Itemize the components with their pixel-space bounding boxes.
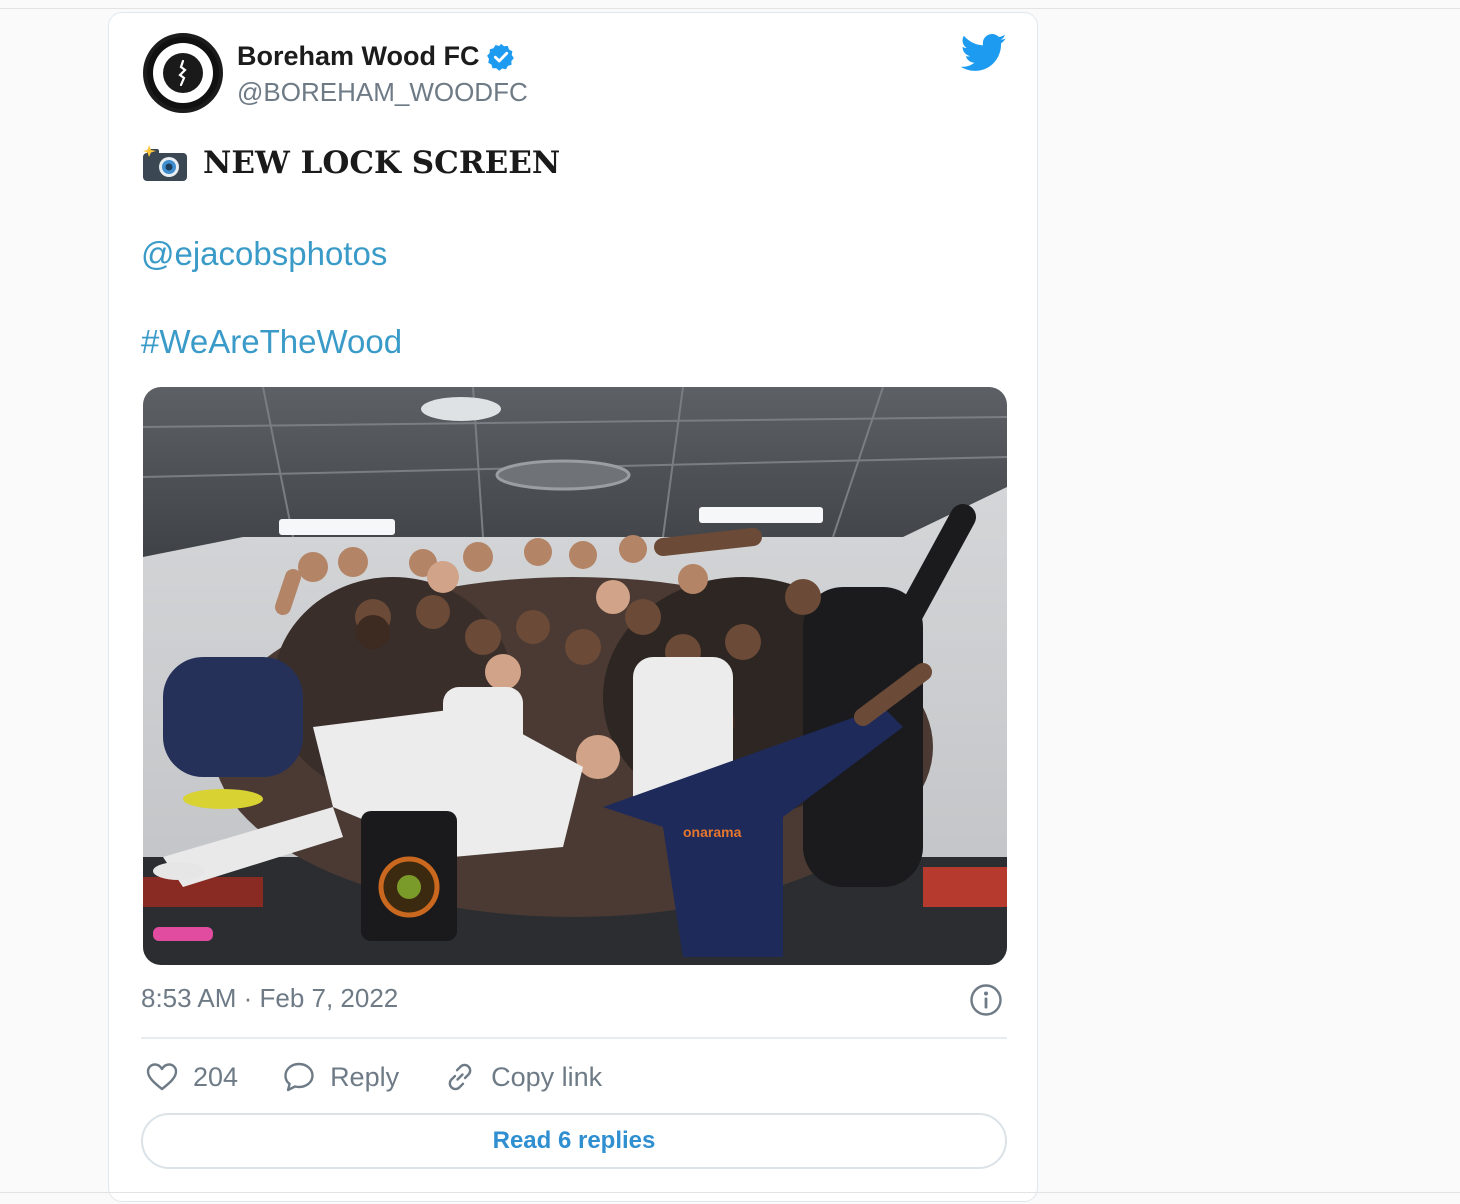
link-icon	[448, 1063, 472, 1091]
reply-button[interactable]: Reply	[282, 1060, 399, 1094]
author-handle[interactable]: @BOREHAM_WOODFC	[237, 77, 528, 108]
svg-text:onarama: onarama	[683, 824, 742, 840]
page: Boreham Wood FC @BOREHAM_WOODFC NEW LOCK…	[0, 0, 1460, 1204]
club-crest-icon	[163, 53, 203, 93]
like-button[interactable]: 204	[145, 1060, 238, 1094]
tweet-actions: 204 Reply Copy link	[145, 1057, 646, 1097]
twitter-bird-icon[interactable]	[961, 33, 1007, 73]
camera-flash-icon	[143, 145, 187, 181]
team-celebration-photo: onarama	[143, 387, 1007, 965]
speech-bubble-icon	[284, 1062, 314, 1092]
like-count: 204	[193, 1061, 239, 1092]
read-replies-label: Read 6 replies	[492, 1127, 656, 1154]
top-divider	[0, 8, 1460, 9]
verified-badge-icon	[486, 43, 514, 71]
author-avatar[interactable]	[143, 33, 223, 113]
info-icon[interactable]	[969, 983, 1003, 1017]
copy-link-button[interactable]: Copy link	[443, 1060, 602, 1094]
copy-link-label: Copy link	[491, 1061, 603, 1092]
tweet-headline: NEW LOCK SCREEN	[141, 143, 560, 183]
avatar-ring	[153, 43, 213, 103]
hashtag-link[interactable]: #WeAreTheWood	[141, 323, 402, 361]
heart-icon	[146, 1063, 178, 1091]
tweet-photo[interactable]: onarama	[143, 387, 1007, 965]
author-name-text[interactable]: Boreham Wood FC	[237, 41, 480, 72]
tweet-headline-text: NEW LOCK SCREEN	[203, 145, 561, 181]
read-replies-button[interactable]: Read 6 replies	[141, 1113, 1007, 1169]
tweet-timestamp[interactable]: 8:53 AM · Feb 7, 2022	[141, 983, 398, 1014]
tweet-card: Boreham Wood FC @BOREHAM_WOODFC NEW LOCK…	[108, 12, 1038, 1202]
reply-label: Reply	[330, 1061, 400, 1092]
mention-link[interactable]: @ejacobsphotos	[141, 235, 387, 273]
bottom-divider	[0, 1192, 1460, 1193]
tweet-divider	[141, 1037, 1007, 1039]
author-name[interactable]: Boreham Wood FC	[237, 41, 516, 72]
